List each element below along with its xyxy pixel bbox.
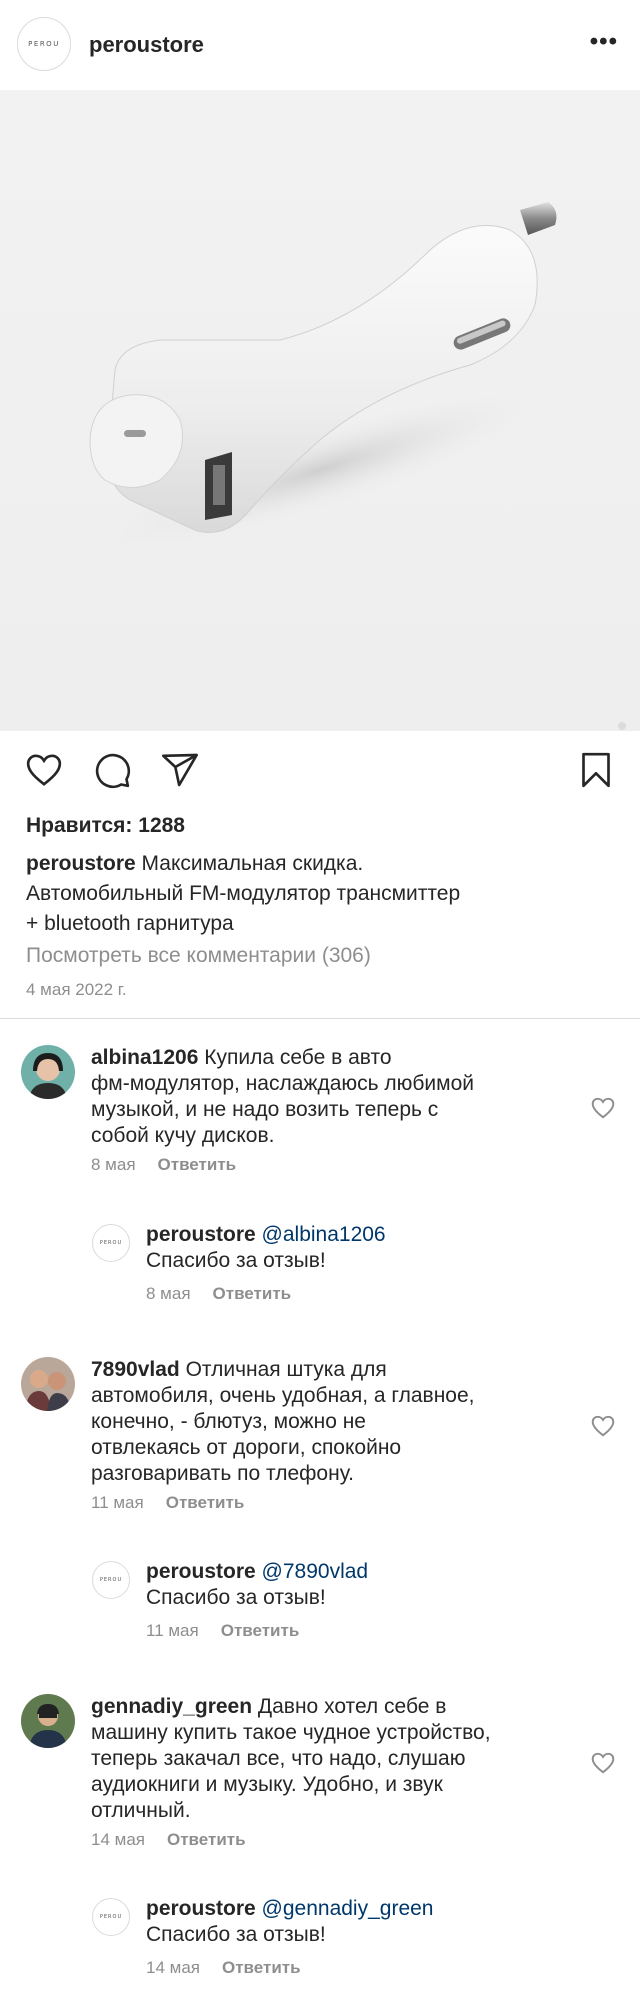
avatar[interactable]: PEROU — [92, 1561, 130, 1599]
bookmark-icon[interactable] — [574, 748, 618, 792]
post-actions — [0, 748, 640, 798]
logo-text: PEROU — [28, 40, 60, 48]
reply-line: Спасибо за отзыв! — [146, 1249, 326, 1272]
comment-date: 14 мая — [91, 1830, 145, 1849]
reply-line: Спасибо за отзыв! — [146, 1586, 326, 1609]
carousel-dot — [618, 722, 626, 730]
logo-text: PEROU — [99, 1240, 123, 1246]
reply-meta: 14 мая Ответить — [146, 1958, 301, 1978]
comment-meta: 11 мая Ответить — [91, 1493, 244, 1513]
reply-button[interactable]: Ответить — [222, 1958, 301, 1977]
comment-line: автомобиля, очень удобная, а главное, — [91, 1384, 475, 1407]
comment-line: музыкой, и не надо возить теперь с — [91, 1098, 439, 1121]
caption-line: Максимальная скидка. — [141, 852, 364, 875]
avatar[interactable] — [21, 1694, 75, 1748]
comment-icon[interactable] — [90, 748, 134, 792]
comment-line: отличный. — [91, 1799, 191, 1822]
comment-line: конечно, - блютуз, можно не — [91, 1410, 366, 1433]
more-horizontal-icon[interactable]: ••• — [590, 30, 618, 54]
avatar[interactable]: PEROU — [92, 1224, 130, 1262]
post-photo[interactable] — [0, 90, 640, 731]
comment-line: аудиокниги и музыку. Удобно, и звук — [91, 1773, 443, 1796]
post-date: 4 мая 2022 г. — [26, 980, 127, 999]
mention-link[interactable]: @albina1206 — [262, 1223, 386, 1246]
reply-line: Спасибо за отзыв! — [146, 1923, 326, 1946]
comment-line: машину купить такое чудное устройство, — [91, 1721, 491, 1744]
divider — [0, 1018, 640, 1019]
comment-meta: 8 мая Ответить — [91, 1155, 236, 1175]
comment-date: 11 мая — [91, 1493, 144, 1512]
post-header: PEROU peroustore ••• — [0, 0, 640, 90]
caption-line: Автомобильный FM-модулятор трансмиттер — [26, 882, 461, 905]
reply-date: 11 мая — [146, 1621, 199, 1640]
reply-button[interactable]: Ответить — [213, 1284, 292, 1303]
reply-button[interactable]: Ответить — [221, 1621, 300, 1640]
heart-icon[interactable] — [590, 1413, 616, 1439]
logo-text: PEROU — [99, 1577, 123, 1583]
comment-line: отвлекаясь от дороги, спокойно — [91, 1436, 402, 1459]
reply-text: peroustore @7890vlad Спасибо за отзыв! — [146, 1559, 368, 1611]
comment-text: gennadiy_green Давно хотел себе в машину… — [91, 1694, 491, 1824]
reply-meta: 11 мая Ответить — [146, 1621, 299, 1641]
reply-username[interactable]: peroustore — [146, 1560, 256, 1583]
comment-meta: 14 мая Ответить — [91, 1830, 246, 1850]
comment-line: теперь закачал все, что надо, слушаю — [91, 1747, 466, 1770]
comment-date: 8 мая — [91, 1155, 136, 1174]
reply-meta: 8 мая Ответить — [146, 1284, 291, 1304]
heart-icon[interactable] — [22, 748, 66, 792]
caption-line: + bluetooth гарнитура — [26, 912, 234, 935]
reply-button[interactable]: Ответить — [166, 1493, 245, 1512]
likes-count[interactable]: Нравится: 1288 — [26, 814, 185, 838]
car-charger-photo — [89, 202, 557, 554]
reply-username[interactable]: peroustore — [146, 1897, 256, 1920]
reply-date: 14 мая — [146, 1958, 200, 1977]
avatar[interactable] — [21, 1045, 75, 1099]
avatar[interactable] — [21, 1357, 75, 1411]
comment-line: собой кучу дисков. — [91, 1124, 275, 1147]
mention-link[interactable]: @7890vlad — [262, 1560, 369, 1583]
heart-icon[interactable] — [590, 1750, 616, 1776]
comment-text: albina1206 Купила себе в авто фм-модулят… — [91, 1045, 474, 1149]
profile-username[interactable]: peroustore — [89, 32, 204, 58]
reply-text: peroustore @gennadiy_green Спасибо за от… — [146, 1896, 433, 1948]
comment-username[interactable]: gennadiy_green — [91, 1695, 252, 1718]
comment-username[interactable]: albina1206 — [91, 1046, 198, 1069]
reply-text: peroustore @albina1206 Спасибо за отзыв! — [146, 1222, 386, 1274]
reply-date: 8 мая — [146, 1284, 191, 1303]
comment-line: Давно хотел себе в — [257, 1695, 447, 1718]
comment-text: 7890vlad Отличная штука для автомобиля, … — [91, 1357, 475, 1487]
heart-icon[interactable] — [590, 1095, 616, 1121]
reply-username[interactable]: peroustore — [146, 1223, 256, 1246]
send-icon[interactable] — [158, 748, 202, 792]
comment-line: фм-модулятор, наслаждаюсь любимой — [91, 1072, 475, 1095]
reply-button[interactable]: Ответить — [167, 1830, 246, 1849]
profile-avatar[interactable]: PEROU — [17, 17, 71, 71]
avatar[interactable]: PEROU — [92, 1898, 130, 1936]
mention-link[interactable]: @gennadiy_green — [262, 1897, 434, 1920]
reply-button[interactable]: Ответить — [158, 1155, 237, 1174]
comment-line: Купила себе в авто — [204, 1046, 392, 1069]
post-caption: peroustore Максимальная скидка. Автомоби… — [26, 849, 616, 939]
view-all-comments-link[interactable]: Посмотреть все комментарии (306) — [26, 944, 371, 968]
caption-author[interactable]: peroustore — [26, 852, 136, 875]
comment-username[interactable]: 7890vlad — [91, 1358, 180, 1381]
comment-line: Отличная штука для — [185, 1358, 387, 1381]
comment-line: разговаривать по тлефону. — [91, 1462, 354, 1485]
logo-text: PEROU — [99, 1914, 123, 1920]
